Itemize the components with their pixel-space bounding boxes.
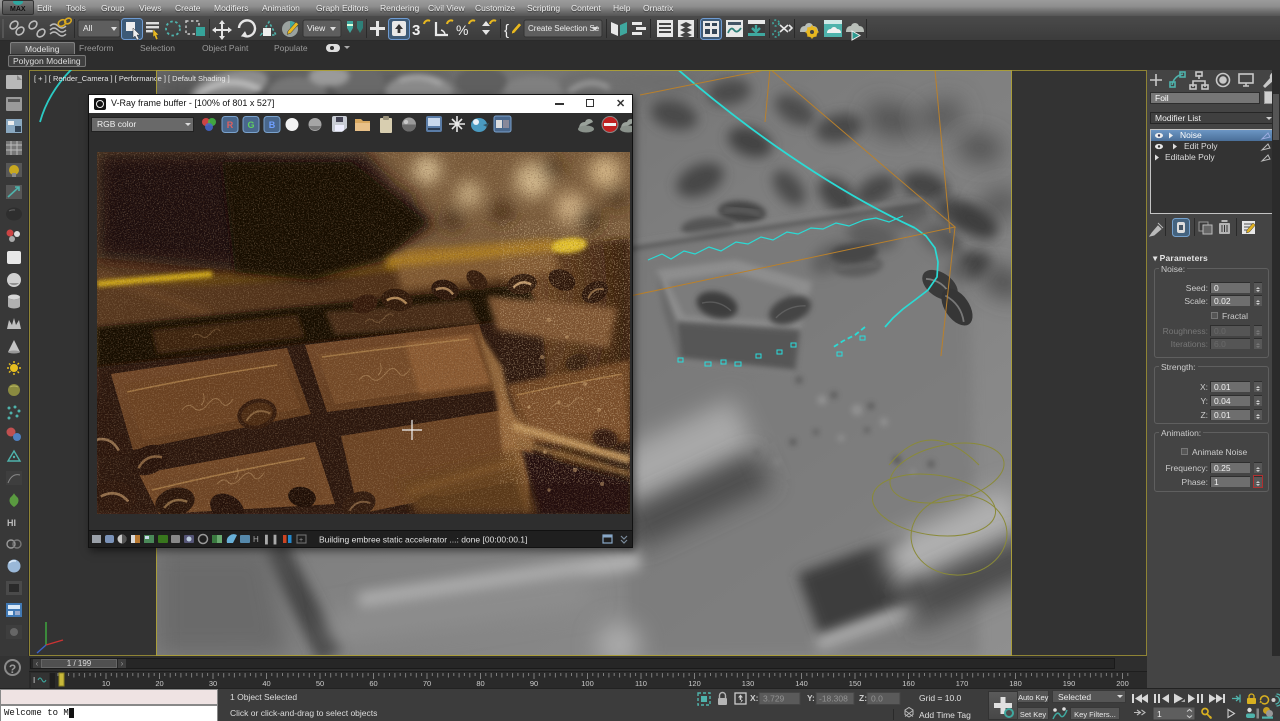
svg-text:Add Time Tag: Add Time Tag (919, 710, 971, 720)
svg-text:R: R (227, 120, 234, 130)
svg-text:B: B (269, 120, 276, 130)
svg-text:120: 120 (688, 679, 701, 688)
svg-text:Z:: Z: (859, 693, 867, 703)
svg-text:80: 80 (476, 679, 484, 688)
svg-text:140: 140 (795, 679, 808, 688)
svg-text:1: 1 (1157, 709, 1162, 719)
svg-text:X:: X: (750, 693, 759, 703)
svg-text:30: 30 (209, 679, 217, 688)
svg-text:Building embree static acceler: Building embree static accelerator ...: … (319, 535, 527, 545)
svg-text:110: 110 (635, 679, 647, 688)
svg-text:50: 50 (316, 679, 324, 688)
svg-text:20: 20 (155, 679, 163, 688)
svg-text:G: G (247, 120, 254, 130)
svg-text:10: 10 (102, 679, 110, 688)
svg-text:70: 70 (423, 679, 431, 688)
svg-text:40: 40 (262, 679, 270, 688)
svg-text:100: 100 (581, 679, 594, 688)
svg-text:150: 150 (849, 679, 862, 688)
svg-text:View: View (307, 23, 326, 33)
svg-text:H: H (253, 535, 259, 544)
svg-text:60: 60 (369, 679, 377, 688)
svg-text:+: + (299, 537, 303, 544)
svg-text:Y:: Y: (807, 693, 815, 703)
svg-text:All: All (83, 23, 93, 33)
svg-text:Create Selection Se: Create Selection Se (528, 24, 600, 33)
svg-text:160: 160 (902, 679, 915, 688)
svg-text:170: 170 (956, 679, 969, 688)
svg-text:%: % (456, 22, 468, 38)
svg-text:130: 130 (742, 679, 755, 688)
svg-text:Grid = 10.0: Grid = 10.0 (919, 693, 962, 703)
svg-text:190: 190 (1063, 679, 1076, 688)
svg-text:HI: HI (7, 518, 16, 528)
svg-text:▌▐: ▌▐ (265, 534, 277, 545)
svg-text:-18.308: -18.308 (819, 694, 848, 704)
svg-text:180: 180 (1009, 679, 1022, 688)
svg-text:I: I (33, 676, 35, 685)
svg-text:3: 3 (412, 22, 420, 39)
svg-text:3.729: 3.729 (763, 694, 785, 704)
svg-text:0.0: 0.0 (871, 694, 883, 704)
svg-text:90: 90 (530, 679, 538, 688)
svg-text:200: 200 (1116, 679, 1129, 688)
svg-text:{: { (504, 22, 509, 39)
